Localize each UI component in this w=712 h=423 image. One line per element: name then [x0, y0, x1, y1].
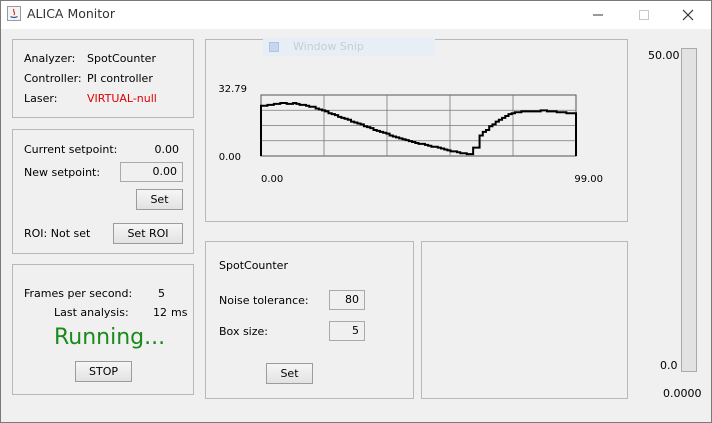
current-setpoint-label: Current setpoint: — [24, 143, 118, 156]
laser-value: VIRTUAL-null — [87, 92, 157, 105]
minimize-button[interactable] — [575, 1, 621, 29]
close-icon — [682, 9, 694, 21]
spotcounter-panel: SpotCounter Noise tolerance: 80 Box size… — [205, 241, 414, 399]
x-tick-label-max: 99.00 — [574, 174, 603, 185]
controller-value: PI controller — [87, 72, 153, 85]
empty-panel — [421, 241, 628, 399]
x-tick-label-min: 0.00 — [261, 174, 283, 185]
spot-set-button[interactable]: Set — [266, 363, 313, 384]
snip-icon — [269, 42, 279, 52]
window-title: ALICA Monitor — [27, 6, 115, 21]
spotcounter-title: SpotCounter — [219, 259, 288, 272]
roi-label: ROI: Not set — [24, 227, 91, 240]
last-analysis-unit: ms — [171, 306, 188, 319]
java-app-icon — [7, 6, 21, 21]
analyzer-value: SpotCounter — [87, 52, 156, 65]
meter-max-label: 50.00 — [648, 49, 680, 62]
last-analysis-value: 12 — [153, 306, 167, 319]
new-setpoint-field[interactable]: 0.00 — [120, 162, 183, 182]
running-status: Running... — [54, 325, 166, 350]
last-analysis-label: Last analysis: — [54, 306, 129, 319]
noise-tolerance-field[interactable]: 80 — [329, 290, 365, 310]
meter-value-label: 0.0000 — [663, 387, 702, 400]
maximize-button[interactable] — [621, 1, 667, 29]
meter-min-label: 0.0 — [660, 359, 678, 372]
y-tick-label-min: 0.00 — [219, 152, 241, 163]
signal-chart: 32.79 0.00 0.00 99.00 — [218, 84, 603, 185]
new-setpoint-label: New setpoint: — [24, 166, 101, 179]
controller-label: Controller: — [24, 72, 82, 85]
window-snip-label: Window Snip — [293, 40, 364, 53]
laser-label: Laser: — [24, 92, 58, 105]
signal-level-meter — [681, 48, 697, 372]
fps-label: Frames per second: — [24, 287, 133, 300]
y-tick-label-max: 32.79 — [218, 84, 247, 95]
analyzer-label: Analyzer: — [24, 52, 76, 65]
status-panel: Frames per second: 5 Last analysis: 12 m… — [12, 264, 194, 395]
close-button[interactable] — [665, 1, 711, 29]
current-setpoint-value: 0.00 — [154, 143, 180, 156]
signal-chart-panel: 32.79 0.00 0.00 99.00 — [205, 39, 628, 222]
setpoint-panel: Current setpoint: 0.00 New setpoint: 0.0… — [12, 129, 194, 254]
title-bar: ALICA Monitor — [1, 1, 711, 29]
fps-value: 5 — [158, 287, 165, 300]
box-size-label: Box size: — [219, 325, 268, 338]
stop-button[interactable]: STOP — [75, 361, 132, 382]
set-roi-button[interactable]: Set ROI — [113, 223, 183, 244]
box-size-field[interactable]: 5 — [329, 321, 365, 341]
set-setpoint-button[interactable]: Set — [136, 189, 183, 210]
minimize-icon — [593, 14, 603, 16]
alica-monitor-window: ALICA Monitor Analyzer: SpotCounter Cont… — [0, 0, 712, 423]
window-snip-overlay: Window Snip — [263, 38, 435, 56]
info-panel: Analyzer: SpotCounter Controller: PI con… — [12, 39, 194, 118]
maximize-icon — [639, 10, 649, 20]
noise-tolerance-label: Noise tolerance: — [219, 294, 309, 307]
signal-series-line — [260, 101, 577, 156]
